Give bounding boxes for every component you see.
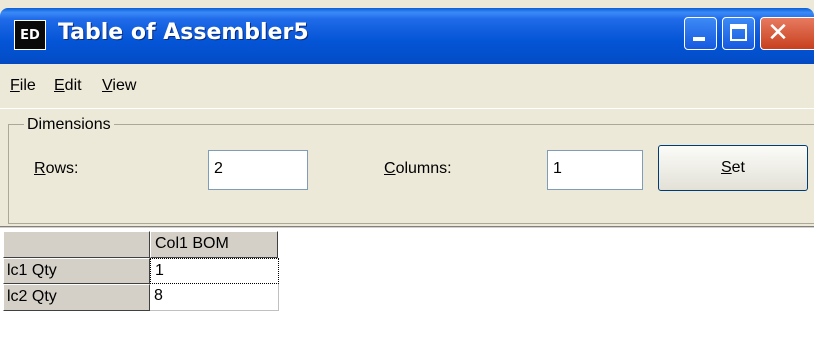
row-header-2[interactable]: lc2 Qty	[3, 284, 150, 311]
menu-file-mnemonic: F	[10, 77, 20, 94]
menu-edit-label: dit	[64, 77, 82, 94]
menu-view-mnemonic: V	[102, 77, 113, 94]
set-button[interactable]: Set	[658, 145, 808, 191]
minimize-button[interactable]	[684, 17, 717, 50]
menu-edit[interactable]: Edit	[54, 77, 82, 95]
rows-label-text: ows:	[45, 160, 79, 177]
table-cell-r2c1[interactable]: 8	[150, 284, 279, 311]
columns-label-mnemonic: C	[384, 160, 396, 177]
set-button-mnemonic: S	[720, 159, 732, 176]
columns-label: Columns:	[384, 160, 452, 178]
set-button-label: et	[731, 159, 745, 176]
window-title: Table of Assembler5	[58, 20, 309, 45]
minimize-icon	[693, 37, 705, 41]
menu-edit-mnemonic: E	[54, 77, 65, 94]
rows-label: Rows:	[34, 160, 78, 178]
title-bar[interactable]: ED Table of Assembler5 ✕	[0, 8, 814, 64]
menu-file[interactable]: File	[10, 77, 36, 95]
app-icon: ED	[14, 20, 46, 50]
rows-label-mnemonic: R	[34, 160, 46, 177]
columns-input[interactable]: 1	[547, 150, 643, 190]
table-grid: Col1 BOM lc1 Qty 1 lc2 Qty 8	[0, 229, 814, 337]
menu-view[interactable]: View	[102, 77, 136, 95]
maximize-button[interactable]	[722, 17, 755, 50]
menu-view-label: iew	[112, 77, 137, 94]
column-header-col1[interactable]: Col1 BOM	[150, 231, 278, 258]
table-corner-cell	[3, 231, 150, 258]
rows-input[interactable]: 2	[208, 150, 308, 190]
menu-bar: File Edit View	[0, 64, 814, 108]
row-header-1[interactable]: lc1 Qty	[3, 258, 150, 284]
table-window: ED Table of Assembler5 ✕ File Edit View …	[0, 0, 814, 337]
dimensions-group-label: Dimensions	[24, 116, 114, 134]
columns-label-text: olumns:	[395, 160, 452, 177]
table-cell-r1c1[interactable]: 1	[150, 258, 279, 284]
close-button[interactable]: ✕	[760, 17, 814, 50]
menu-file-label: ile	[19, 77, 36, 94]
maximize-icon	[730, 24, 747, 41]
close-icon: ✕	[767, 18, 789, 48]
